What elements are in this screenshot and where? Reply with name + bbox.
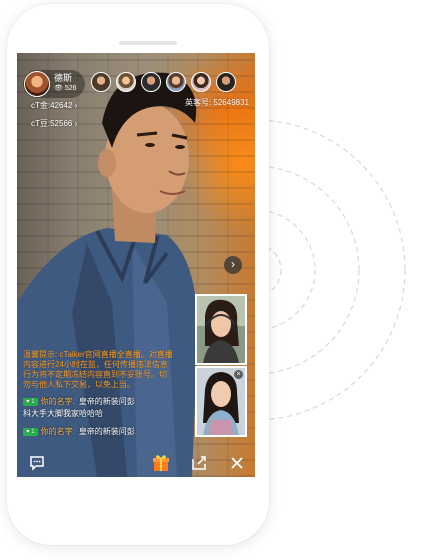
coin-balance[interactable]: cT金:42642 › (31, 101, 77, 111)
chat-bubble-icon (30, 456, 44, 471)
close-button[interactable] (227, 453, 247, 473)
close-guest-button[interactable]: × (234, 370, 243, 379)
level-badge: ♥ 1 (23, 398, 38, 406)
view-count-value: 526 (64, 85, 77, 92)
close-icon: × (236, 371, 241, 378)
chat-text: 科大手大脚我家哈哈哈 (23, 409, 103, 418)
viewer-avatar[interactable] (166, 72, 186, 92)
chevron-right-icon: › (74, 119, 78, 128)
viewer-avatar[interactable] (91, 72, 111, 92)
level-badge: ♥ 1 (23, 428, 38, 436)
chat-message: ♥ 1 你的名字: 皇帝的新装问彭 (23, 426, 135, 437)
host-info[interactable]: 德斯 👁 526 (23, 70, 85, 98)
eye-icon: 👁 (54, 85, 63, 92)
guest-video-1[interactable] (195, 294, 247, 365)
chat-text: 皇帝的新装问彭 (78, 397, 135, 406)
level-value: 1 (31, 399, 35, 405)
coin-balance-text: cT金:42642 (31, 101, 73, 110)
share-icon (192, 456, 206, 470)
viewer-avatar[interactable] (191, 72, 211, 92)
host-avatar[interactable] (24, 71, 50, 97)
chat-button[interactable] (27, 453, 47, 473)
heart-icon: ♥ (26, 399, 30, 405)
chevron-right-icon: › (231, 257, 235, 271)
viewer-avatar[interactable] (141, 72, 161, 92)
viewer-avatar[interactable] (216, 72, 236, 92)
room-id: 英客号: 52649831 (184, 98, 249, 107)
bean-balance-text: cT豆:52566 (31, 119, 73, 128)
guest-video-1-image (197, 296, 245, 363)
chevron-right-icon: › (74, 101, 78, 110)
chat-text: 皇帝的新装问彭 (78, 427, 135, 436)
system-notice: 温馨提示: cTalker官网直播全直播。对直播内容进行24小时在监，任何传播违… (23, 350, 173, 389)
chat-username[interactable]: 你的名字: (41, 427, 75, 436)
viewer-avatar[interactable] (116, 72, 136, 92)
chat-username[interactable]: 你的名字: (41, 397, 75, 406)
chat-message: ♥ 1 你的名字: 皇帝的新装问彭 (23, 396, 135, 407)
bottom-toolbar (17, 449, 255, 477)
live-stream-screen: 德斯 👁 526 cT金:42642 › 英客号: 52649831 cT豆:5… (17, 53, 255, 477)
level-value: 1 (31, 429, 35, 435)
next-stream-button[interactable]: › (224, 256, 242, 274)
guest-video-2[interactable]: × (195, 366, 247, 437)
host-name: 德斯 (54, 73, 73, 83)
chat-message: 科大手大脚我家哈哈哈 (23, 408, 103, 419)
top-bar: 德斯 👁 526 cT金:42642 › 英客号: 52649831 cT豆:5… (17, 53, 255, 133)
phone-speaker (119, 41, 177, 45)
gift-icon (153, 455, 169, 471)
host-view-count: 👁 526 (54, 85, 77, 93)
heart-icon: ♥ (26, 429, 30, 435)
bean-balance[interactable]: cT豆:52566 › (31, 119, 77, 129)
gift-button[interactable] (151, 453, 171, 473)
share-button[interactable] (189, 453, 209, 473)
close-icon (231, 457, 243, 469)
